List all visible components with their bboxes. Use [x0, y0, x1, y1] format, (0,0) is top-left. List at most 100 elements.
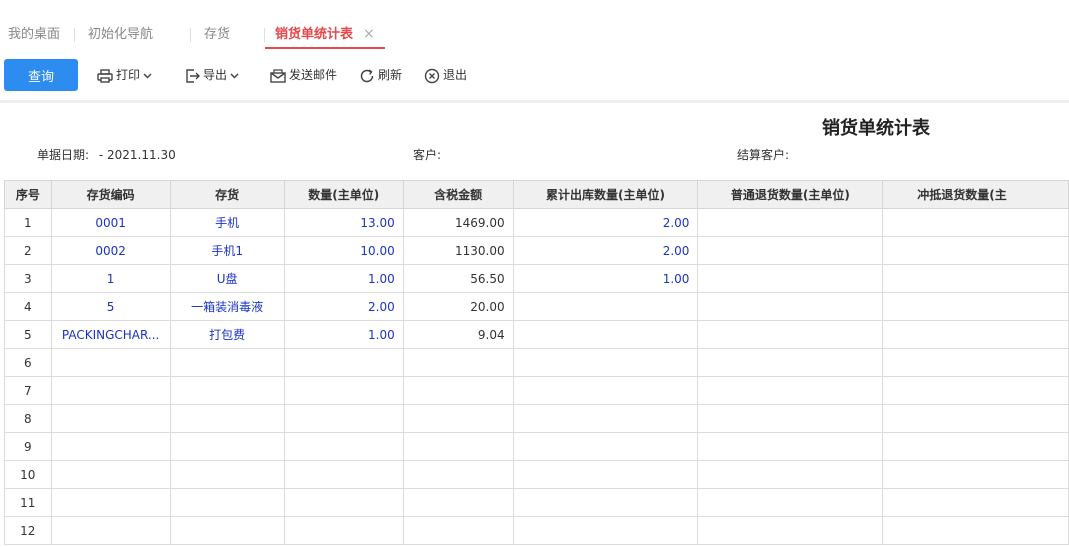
table-cell[interactable]: 一箱装消毒液	[169, 292, 285, 321]
table-cell	[512, 376, 699, 405]
table-cell[interactable]: 手机1	[169, 236, 285, 265]
query-button[interactable]: 查询	[4, 59, 78, 91]
table-cell[interactable]	[50, 404, 171, 433]
send-email-label: 发送邮件	[289, 68, 338, 82]
table-cell: 56.50	[402, 264, 514, 293]
table-cell: 1130.00	[402, 236, 514, 265]
table-cell	[882, 376, 1069, 405]
column-header[interactable]: 冲抵退货数量(主	[882, 180, 1069, 209]
report-grid: 序号 存货编码 存货 数量(主单位) 含税金额 累计出库数量(主单位) 普通退货…	[4, 180, 1069, 545]
table-row[interactable]: 7	[4, 376, 1069, 405]
table-cell	[512, 348, 699, 377]
table-body: 1 0001 手机 13.00 1469.00 2.00 2 0002 手机1 10.00 1130…	[4, 208, 1069, 545]
table-cell[interactable]	[169, 516, 285, 545]
column-header[interactable]: 序号	[4, 180, 52, 209]
table-cell	[882, 432, 1069, 461]
refresh-button[interactable]: 刷新	[359, 65, 402, 85]
table-row[interactable]: 3 1 U盘 1.00 56.50 1.00	[4, 264, 1069, 293]
table-cell[interactable]	[50, 488, 171, 517]
table-cell[interactable]	[169, 376, 285, 405]
table-row[interactable]: 2 0002 手机1 10.00 1130.00 2.00	[4, 236, 1069, 265]
table-cell[interactable]: 打包费	[169, 320, 285, 349]
table-cell	[882, 516, 1069, 545]
table-cell: 10.00	[283, 236, 404, 265]
export-button[interactable]: 导出	[185, 65, 242, 85]
table-cell[interactable]	[50, 376, 171, 405]
table-cell[interactable]	[169, 348, 285, 377]
table-cell	[283, 376, 404, 405]
table-cell	[697, 208, 884, 237]
table-cell: 2.00	[512, 236, 699, 265]
table-cell[interactable]	[50, 348, 171, 377]
table-row[interactable]: 6	[4, 348, 1069, 377]
column-header[interactable]: 数量(主单位)	[283, 180, 404, 209]
send-email-button[interactable]: 发送邮件	[270, 65, 337, 85]
table-row[interactable]: 1 0001 手机 13.00 1469.00 2.00	[4, 208, 1069, 237]
table-cell: 2.00	[512, 208, 699, 237]
table-cell	[882, 292, 1069, 321]
table-row[interactable]: 12	[4, 516, 1069, 545]
table-cell[interactable]	[169, 488, 285, 517]
table-cell	[283, 348, 404, 377]
table-cell[interactable]: 0002	[50, 236, 171, 265]
table-cell[interactable]	[169, 432, 285, 461]
column-header[interactable]: 存货编码	[50, 180, 171, 209]
table-row[interactable]: 11	[4, 488, 1069, 517]
table-cell[interactable]: 0001	[50, 208, 171, 237]
table-cell[interactable]	[50, 432, 171, 461]
refresh-icon	[360, 68, 374, 82]
envelope-icon	[270, 68, 286, 83]
table-cell: 9.04	[402, 320, 514, 349]
table-cell	[697, 236, 884, 265]
column-header[interactable]: 含税金额	[402, 180, 514, 209]
table-cell[interactable]: PACKINGCHAR...	[50, 320, 171, 349]
table-cell[interactable]	[169, 404, 285, 433]
table-cell	[697, 460, 884, 489]
date-filter: 单据日期: - 2021.11.30	[37, 146, 176, 163]
column-header[interactable]: 存货	[169, 180, 285, 209]
table-cell	[283, 516, 404, 545]
table-row[interactable]: 9	[4, 432, 1069, 461]
tab-bar: 我的桌面 初始化导航 存货 销货单统计表 ×	[0, 18, 1069, 51]
row-number-cell: 7	[4, 376, 52, 405]
table-cell[interactable]: 1	[50, 264, 171, 293]
table-cell	[512, 320, 699, 349]
column-header[interactable]: 普通退货数量(主单位)	[697, 180, 884, 209]
row-number-cell: 8	[4, 404, 52, 433]
tab-divider	[74, 28, 75, 42]
table-cell: 1.00	[283, 320, 404, 349]
table-cell	[697, 348, 884, 377]
table-row[interactable]: 4 5 一箱装消毒液 2.00 20.00	[4, 292, 1069, 321]
table-cell[interactable]: U盘	[169, 264, 285, 293]
close-circle-icon	[424, 68, 440, 83]
table-cell: 2.00	[283, 292, 404, 321]
toolbar: 查询 打印 导出 发送邮件 刷新 退出	[0, 50, 1069, 103]
exit-button[interactable]: 退出	[424, 65, 467, 85]
report-grid-container: 序号 存货编码 存货 数量(主单位) 含税金额 累计出库数量(主单位) 普通退货…	[0, 180, 1069, 547]
tab-sales-statistics[interactable]: 销货单统计表 ×	[265, 18, 385, 49]
print-button[interactable]: 打印	[97, 65, 155, 85]
column-header[interactable]: 累计出库数量(主单位)	[512, 180, 699, 209]
tab-my-desktop[interactable]: 我的桌面	[8, 18, 60, 49]
printer-icon	[97, 68, 113, 83]
table-cell	[882, 460, 1069, 489]
close-icon[interactable]: ×	[363, 26, 375, 42]
table-row[interactable]: 8	[4, 404, 1069, 433]
table-cell	[283, 404, 404, 433]
export-icon	[186, 68, 200, 83]
table-cell[interactable]	[50, 516, 171, 545]
table-cell[interactable]	[169, 460, 285, 489]
table-cell	[882, 404, 1069, 433]
table-cell	[283, 460, 404, 489]
tab-inventory[interactable]: 存货	[204, 18, 230, 49]
table-row[interactable]: 5 PACKINGCHAR... 打包费 1.00 9.04	[4, 320, 1069, 349]
table-cell[interactable]: 5	[50, 292, 171, 321]
table-cell	[697, 432, 884, 461]
table-row[interactable]: 10	[4, 460, 1069, 489]
tab-init-navigation[interactable]: 初始化导航	[88, 18, 153, 49]
table-cell	[882, 236, 1069, 265]
table-cell[interactable]	[50, 460, 171, 489]
table-cell	[882, 488, 1069, 517]
table-cell[interactable]: 手机	[169, 208, 285, 237]
table-cell	[697, 376, 884, 405]
